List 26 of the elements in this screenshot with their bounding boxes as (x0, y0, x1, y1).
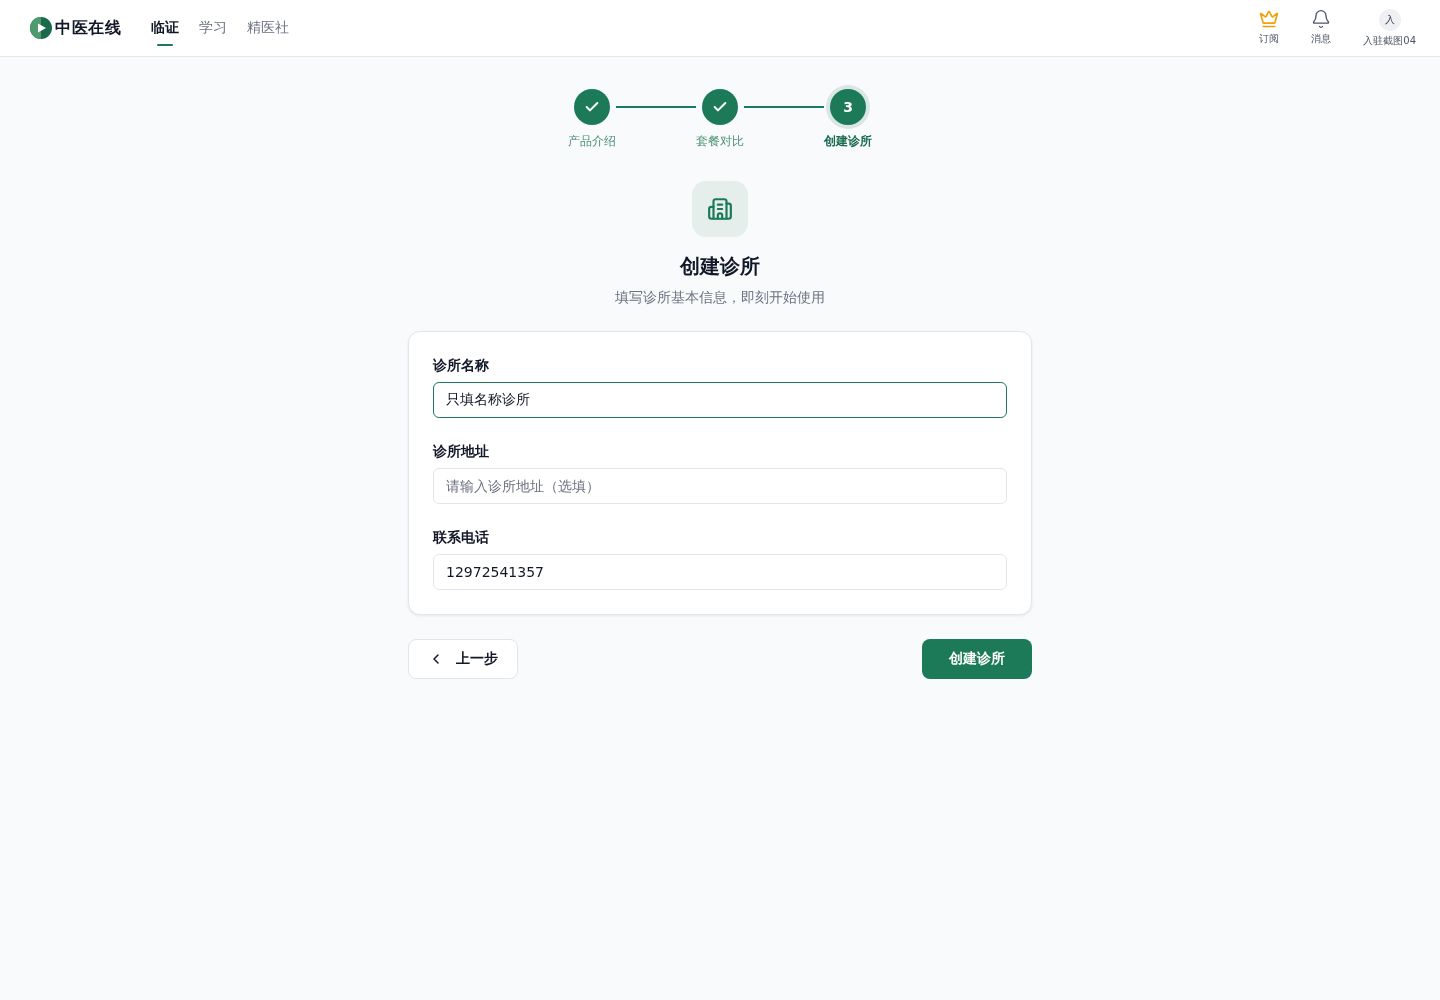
nav-tab[interactable]: 学习 (199, 0, 227, 56)
subscribe-button[interactable]: 订阅 (1259, 8, 1280, 46)
field-label: 联系电话 (433, 528, 490, 546)
input-field[interactable]: 12972541357 (433, 554, 1007, 590)
nav-tab[interactable]: 精医社 (247, 0, 289, 56)
logo-text: 中医在线 (55, 17, 121, 39)
page-title: 创建诊所 (680, 254, 760, 278)
step-label: 套餐对比 (696, 133, 744, 149)
nav-tab[interactable]: 临证 (151, 0, 179, 56)
back-button[interactable]: 上一步 (408, 639, 518, 679)
building-icon (692, 181, 748, 237)
input-field[interactable]: 请输入诊所地址（选填） (433, 468, 1007, 504)
avatar: 入 (1378, 8, 1401, 31)
step-label: 创建诊所 (824, 133, 872, 149)
page-subtitle: 填写诊所基本信息，即刻开始使用 (615, 288, 825, 306)
input-field[interactable]: 只填名称诊所 (433, 382, 1007, 418)
bell-icon (1311, 8, 1332, 29)
logo-icon (30, 17, 52, 39)
account-button[interactable]: 入 入驻截图04 (1363, 8, 1416, 48)
messages-button[interactable]: 消息 (1311, 8, 1332, 46)
field-label: 诊所名称 (433, 356, 490, 374)
field-label: 诊所地址 (433, 442, 490, 460)
step-number: 3 (830, 89, 866, 125)
crown-icon (1259, 8, 1280, 29)
create-button[interactable]: 创建诊所 (922, 639, 1032, 679)
step-label: 产品介绍 (568, 133, 616, 149)
